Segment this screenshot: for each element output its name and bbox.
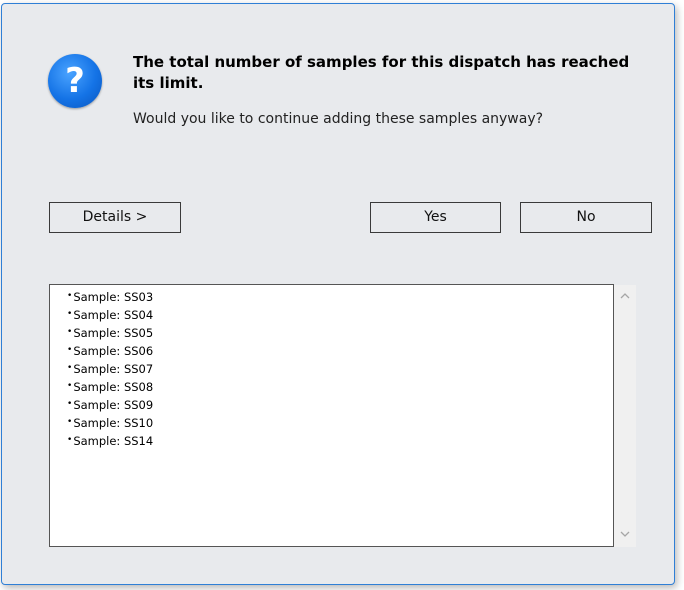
list-item-label: Sample: SS14 [73, 434, 154, 448]
list-item: •Sample: SS06 [67, 342, 613, 360]
list-item-label: Sample: SS08 [73, 380, 154, 394]
bullet: • [67, 291, 73, 301]
list-item-label: Sample: SS05 [73, 326, 154, 340]
list-item: •Sample: SS04 [67, 306, 613, 324]
bullet: • [67, 327, 73, 337]
bullet: • [67, 309, 73, 319]
list-item: •Sample: SS05 [67, 324, 613, 342]
bullet: • [67, 381, 73, 391]
yes-button[interactable]: Yes [370, 202, 501, 233]
list-item-label: Sample: SS06 [73, 344, 154, 358]
vertical-scrollbar[interactable] [614, 285, 636, 547]
question-icon: ? [48, 54, 102, 108]
no-button[interactable]: No [520, 202, 652, 233]
list-item-label: Sample: SS10 [73, 416, 154, 430]
bullet: • [67, 399, 73, 409]
list-item: •Sample: SS07 [67, 360, 613, 378]
list-item-label: Sample: SS09 [73, 398, 154, 412]
chevron-up-icon[interactable] [614, 287, 636, 307]
chevron-down-icon[interactable] [614, 525, 636, 545]
list-item-label: Sample: SS07 [73, 362, 154, 376]
confirm-dialog: ? The total number of samples for this d… [1, 3, 675, 585]
bullet: • [67, 345, 73, 355]
details-list-box[interactable]: •Sample: SS03 •Sample: SS04 •Sample: SS0… [49, 284, 614, 547]
list-item: •Sample: SS03 [67, 288, 613, 306]
list-item: •Sample: SS08 [67, 378, 613, 396]
list-item: •Sample: SS09 [67, 396, 613, 414]
dialog-title: The total number of samples for this dis… [133, 53, 630, 92]
list-item: •Sample: SS10 [67, 414, 613, 432]
bullet: • [67, 417, 73, 427]
details-button[interactable]: Details > [49, 202, 181, 233]
list-item-label: Sample: SS03 [73, 290, 154, 304]
bullet: • [67, 435, 73, 445]
dialog-message: Would you like to continue adding these … [133, 111, 544, 127]
list-item-label: Sample: SS04 [73, 308, 154, 322]
details-list: •Sample: SS03 •Sample: SS04 •Sample: SS0… [50, 285, 613, 450]
bullet: • [67, 363, 73, 373]
list-item: •Sample: SS14 [67, 432, 613, 450]
